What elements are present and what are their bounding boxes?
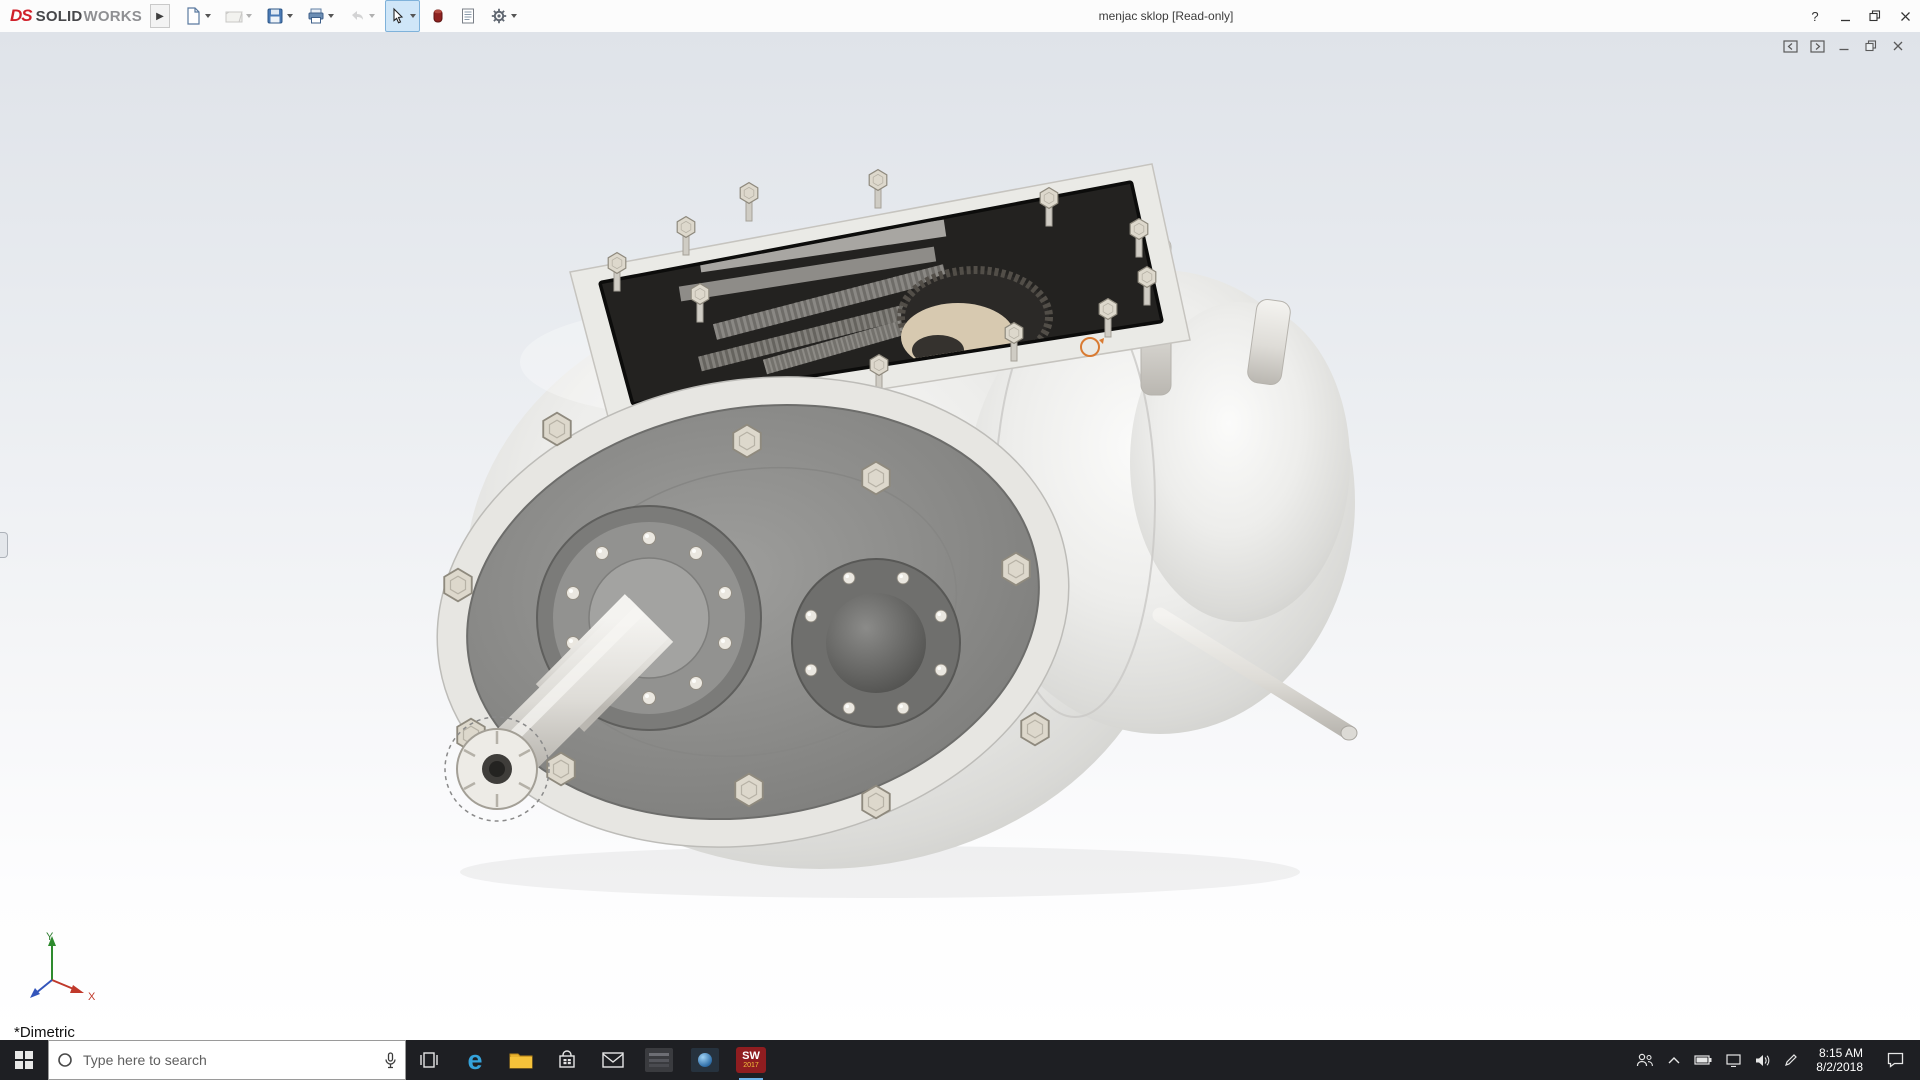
clock-time: 8:15 AM	[1818, 1046, 1863, 1060]
pinned-app-2-button[interactable]	[682, 1040, 728, 1080]
pane-left-icon	[1782, 39, 1798, 53]
pinned-app-1-icon	[645, 1048, 673, 1072]
expand-pane-left-button[interactable]	[1782, 38, 1798, 54]
open-folder-icon	[225, 11, 243, 23]
feature-tree-splitter-handle[interactable]	[0, 532, 8, 558]
solidworks-taskbar-button[interactable]: SW 2017	[728, 1040, 774, 1080]
pen-button[interactable]	[1784, 1053, 1798, 1067]
file-explorer-icon	[509, 1053, 533, 1069]
document-properties-icon	[461, 8, 474, 24]
solidworks-logo: DS SOLID WORKS	[0, 6, 150, 26]
quick-access-toolbar	[180, 0, 521, 32]
battery-button[interactable]	[1694, 1055, 1712, 1065]
logo-text-primary: SOLID	[35, 7, 83, 25]
volume-button[interactable]	[1755, 1054, 1770, 1067]
doc-minimize-button[interactable]	[1836, 38, 1852, 54]
taskbar-clock[interactable]: 8:15 AM 8/2/2018	[1812, 1046, 1867, 1074]
select-cursor-icon	[393, 7, 404, 24]
store-icon	[559, 1050, 575, 1068]
windows-taskbar: e SW 2017	[0, 1040, 1920, 1080]
z-axis-arrow	[30, 988, 40, 998]
doc-minimize-icon	[1839, 48, 1849, 51]
doc-restore-icon	[1865, 40, 1877, 52]
x-axis-arrow	[70, 985, 84, 993]
document-title: menjac sklop [Read-only]	[1098, 9, 1234, 23]
clock-date: 8/2/2018	[1816, 1060, 1863, 1074]
doc-close-icon	[1893, 41, 1903, 51]
save-floppy-icon	[267, 8, 283, 24]
document-properties-button[interactable]	[456, 0, 480, 32]
window-controls: ?	[1800, 0, 1920, 32]
mail-icon	[602, 1052, 624, 1068]
display-button[interactable]	[1726, 1053, 1741, 1067]
doc-restore-button[interactable]	[1863, 38, 1879, 54]
menu-flyout-arrow[interactable]: ▶	[149, 4, 170, 28]
cortana-icon	[58, 1053, 72, 1067]
open-button[interactable]	[221, 0, 256, 32]
gearbox-model[interactable]	[0, 32, 1920, 1040]
action-center-button[interactable]	[1881, 1052, 1910, 1068]
pen-icon	[1785, 1054, 1798, 1066]
undo-button[interactable]	[344, 0, 379, 32]
minimize-button[interactable]	[1830, 2, 1860, 30]
appearances-icon	[433, 9, 443, 23]
print-button[interactable]	[303, 0, 338, 32]
y-axis-label: Y	[46, 931, 54, 943]
system-tray: 8:15 AM 8/2/2018	[1636, 1040, 1920, 1080]
close-icon	[1900, 11, 1910, 21]
solidworks-taskbar-icon: SW 2017	[736, 1047, 766, 1073]
pinned-app-1-button[interactable]	[636, 1040, 682, 1080]
chevron-up-icon	[1668, 1057, 1680, 1064]
minimize-icon	[1840, 19, 1850, 21]
windows-logo-icon	[15, 1051, 33, 1069]
view-orientation-label: *Dimetric	[14, 1024, 75, 1040]
doc-close-button[interactable]	[1890, 38, 1906, 54]
volume-icon	[1756, 1054, 1770, 1066]
ds-logo-icon: DS	[10, 6, 33, 25]
edge-button[interactable]: e	[452, 1040, 498, 1080]
select-tool-button[interactable]	[384, 0, 420, 32]
search-input[interactable]	[81, 1051, 376, 1069]
store-button[interactable]	[544, 1040, 590, 1080]
pinned-app-2-icon	[691, 1048, 719, 1072]
sw-badge-year: 2017	[743, 1061, 759, 1069]
output-cover[interactable]	[791, 558, 961, 728]
options-button[interactable]	[486, 0, 521, 32]
people-button[interactable]	[1636, 1053, 1654, 1067]
graphics-area[interactable]: Y X *Dimetric	[0, 32, 1920, 1040]
action-center-icon	[1887, 1052, 1904, 1068]
file-explorer-button[interactable]	[498, 1040, 544, 1080]
start-button[interactable]	[0, 1040, 48, 1080]
display-icon	[1726, 1053, 1741, 1067]
close-button[interactable]	[1890, 2, 1920, 30]
title-bar: DS SOLID WORKS ▶ menjac sklop [Read-only…	[0, 0, 1920, 33]
new-document-button[interactable]	[180, 0, 215, 32]
sw-badge-label: SW	[742, 1049, 760, 1062]
restore-icon	[1869, 10, 1881, 22]
solidworks-window: DS SOLID WORKS ▶ menjac sklop [Read-only…	[0, 0, 1920, 1080]
battery-icon	[1694, 1055, 1712, 1065]
edge-icon: e	[467, 1044, 483, 1075]
pane-right-icon	[1809, 39, 1825, 53]
options-gear-icon	[491, 8, 507, 24]
restore-button[interactable]	[1860, 2, 1890, 30]
new-document-icon	[187, 7, 200, 25]
show-hidden-icons-button[interactable]	[1668, 1056, 1680, 1064]
people-icon	[1637, 1053, 1654, 1067]
document-window-controls	[1782, 38, 1906, 54]
save-button[interactable]	[262, 0, 297, 32]
appearances-button[interactable]	[426, 0, 450, 32]
x-axis-label: X	[88, 991, 96, 1003]
mail-button[interactable]	[590, 1040, 636, 1080]
task-view-button[interactable]	[406, 1040, 452, 1080]
expand-pane-right-button[interactable]	[1809, 38, 1825, 54]
logo-text-secondary: WORKS	[83, 7, 142, 25]
printer-icon	[308, 8, 324, 24]
microphone-icon[interactable]	[384, 1051, 397, 1069]
taskbar-search[interactable]	[48, 1040, 406, 1080]
undo-arrow-icon	[351, 11, 363, 20]
orientation-triad[interactable]: Y X	[14, 928, 104, 1018]
help-button[interactable]: ?	[1800, 2, 1830, 30]
task-view-icon	[420, 1052, 438, 1068]
